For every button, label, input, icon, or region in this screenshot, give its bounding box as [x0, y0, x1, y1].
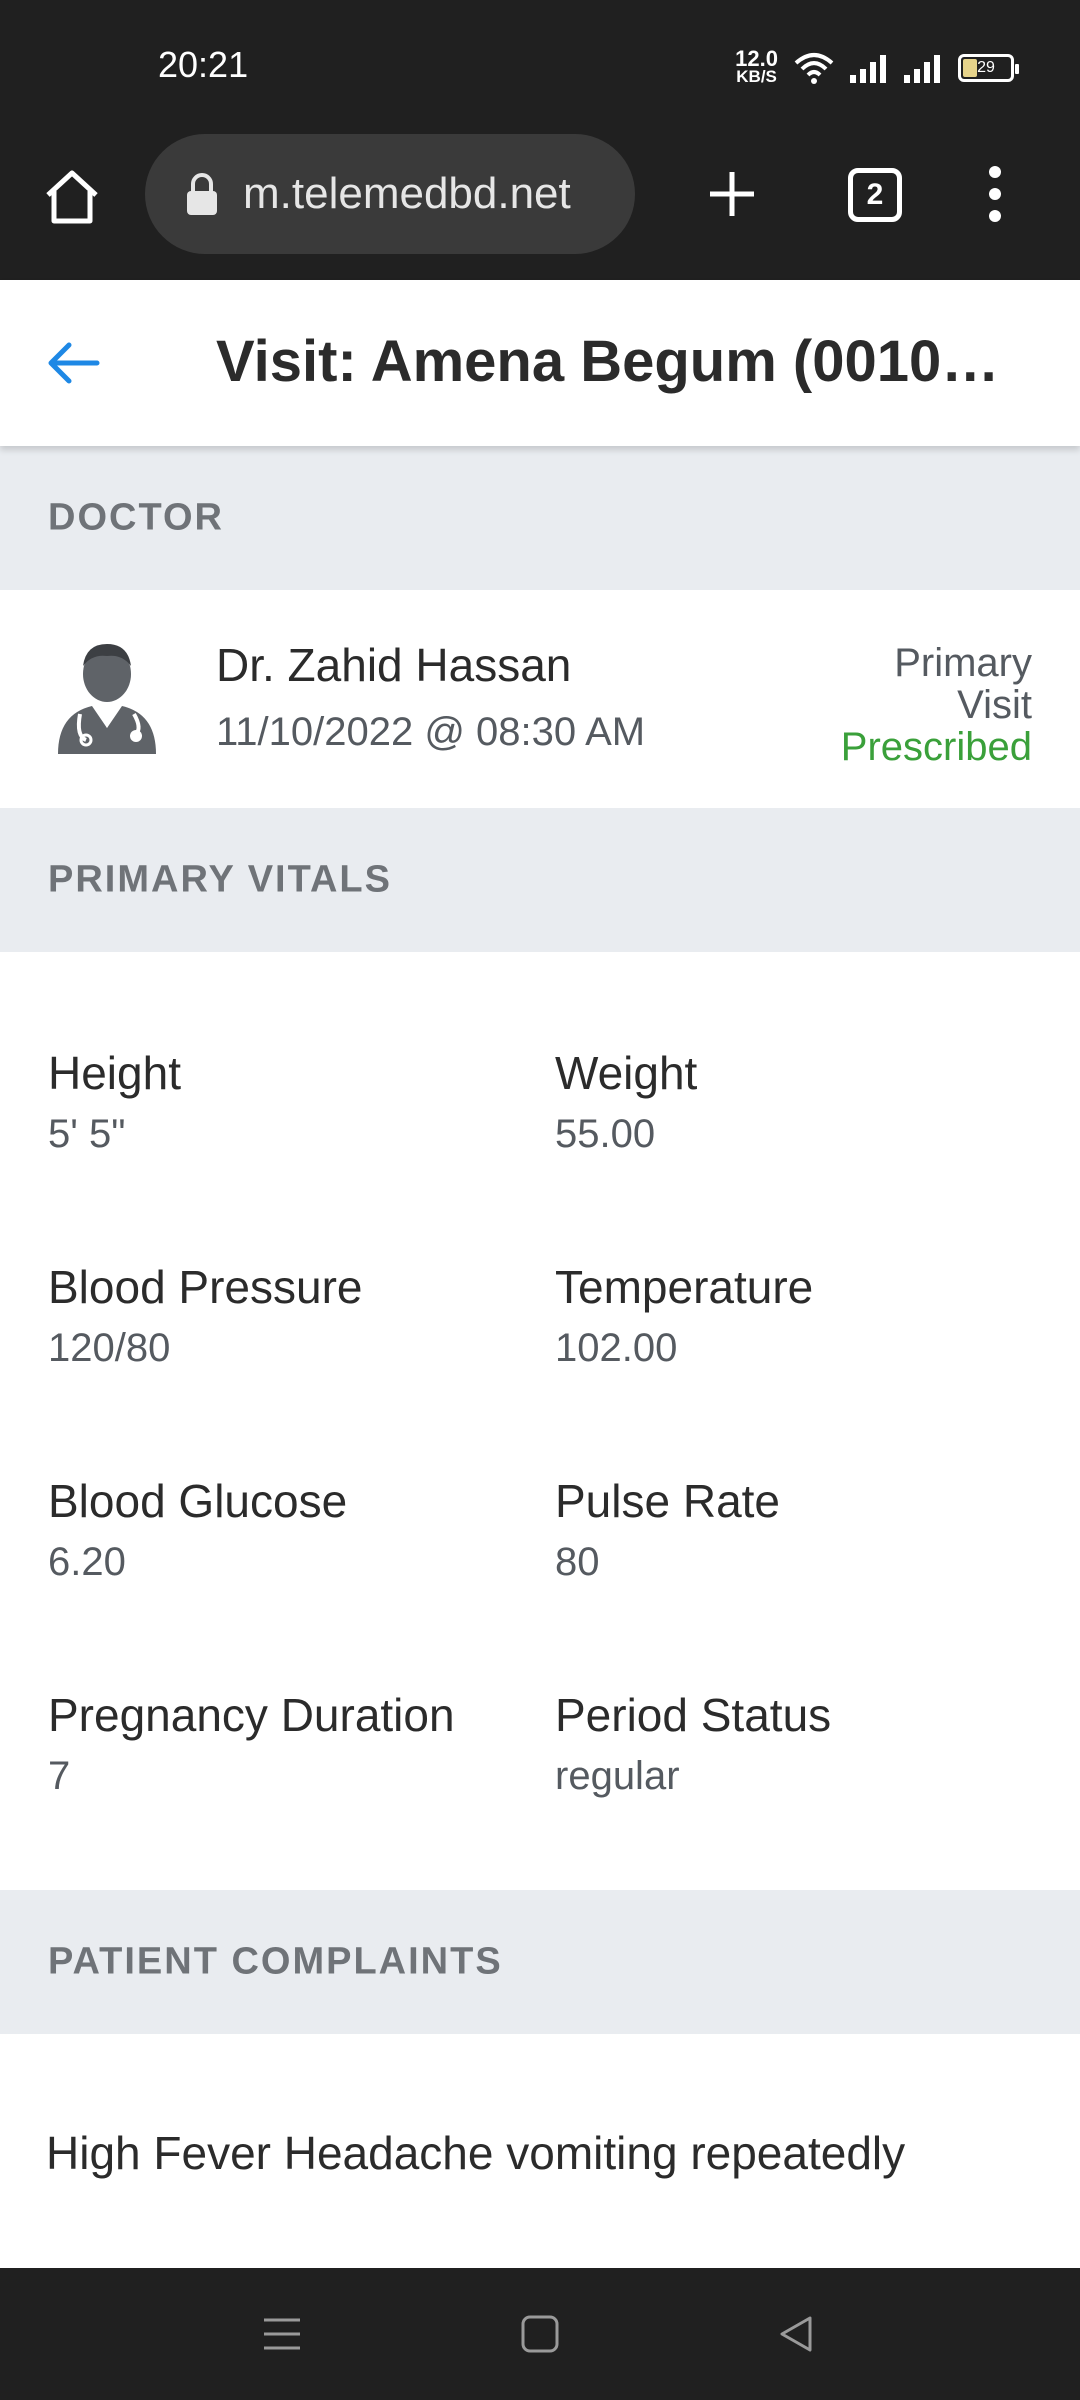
doctor-card[interactable]: Dr. Zahid Hassan 11/10/2022 @ 08:30 AM P…: [0, 590, 1080, 808]
back-button[interactable]: [40, 330, 106, 396]
doctor-name: Dr. Zahid Hassan: [216, 639, 572, 691]
battery-icon: 29: [958, 54, 1019, 82]
vital-label: Temperature: [555, 1261, 814, 1313]
plus-icon: [710, 172, 754, 216]
system-nav-bar: [0, 2268, 1080, 2400]
address-bar[interactable]: m.telemedbd.net: [145, 134, 635, 254]
recent-apps-button[interactable]: [254, 2306, 310, 2362]
browser-menu-button[interactable]: [970, 156, 1020, 232]
signal-icon-sim2: [904, 55, 940, 83]
vital-label: Period Status: [555, 1689, 832, 1741]
square-icon: [521, 2315, 559, 2353]
doctor-avatar-icon: [58, 644, 156, 754]
page-title: Visit: Amena Begum (00100...: [216, 329, 1016, 394]
status-bar: 20:21 12.0 KB/S 29: [0, 0, 1080, 134]
complaint-text: High Fever Headache vomiting repeatedly: [46, 2127, 906, 2179]
vital-blood-pressure: Blood Pressure 120/80: [48, 1260, 363, 1371]
status-icons: 12.0 KB/S 29: [735, 46, 1019, 88]
visit-datetime: 11/10/2022 @ 08:30 AM: [216, 710, 646, 754]
doctor-section-heading: DOCTOR: [48, 496, 224, 539]
vital-value: 120/80: [48, 1326, 171, 1370]
vital-value: 7: [48, 1754, 71, 1798]
doctor-section-header: DOCTOR: [0, 446, 1080, 590]
visit-status-badge: Prescribed: [840, 725, 1032, 769]
vital-pulse-rate: Pulse Rate 80: [555, 1474, 780, 1585]
home-button[interactable]: [34, 159, 110, 235]
vital-blood-glucose: Blood Glucose 6.20: [48, 1474, 347, 1585]
vital-label: Pregnancy Duration: [48, 1689, 455, 1741]
network-speed-unit: KB/S: [736, 67, 777, 86]
visit-type-line1: Primary: [894, 641, 1032, 685]
vitals-grid: Height 5' 5" Weight 55.00 Blood Pressure…: [0, 952, 1080, 1890]
back-nav-button[interactable]: [768, 2306, 824, 2362]
vital-value: 55.00: [555, 1112, 656, 1156]
vital-label: Blood Glucose: [48, 1475, 348, 1527]
home-icon: [46, 170, 98, 224]
signal-icon-sim1: [850, 55, 886, 83]
battery-level: 29: [977, 59, 995, 76]
complaints-section-heading: PATIENT COMPLAINTS: [48, 1940, 503, 1983]
vital-pregnancy-duration: Pregnancy Duration 7: [48, 1688, 455, 1799]
app-header: Visit: Amena Begum (00100...: [0, 280, 1080, 446]
menu-lines-icon: [264, 2318, 300, 2350]
visit-meta: Primary Visit Prescribed: [841, 642, 1032, 768]
dot-icon: [989, 166, 1001, 178]
home-nav-button[interactable]: [512, 2306, 568, 2362]
new-tab-button[interactable]: [694, 156, 770, 232]
dot-icon: [989, 210, 1001, 222]
vital-label: Weight: [555, 1047, 698, 1099]
network-speed-value: 12.0: [735, 46, 778, 71]
wifi-icon: [794, 53, 834, 84]
url-text: m.telemedbd.net: [243, 169, 571, 218]
lock-icon: [185, 172, 219, 216]
vital-value: 5' 5": [48, 1112, 126, 1156]
vital-label: Blood Pressure: [48, 1261, 363, 1313]
vital-value: 102.00: [555, 1326, 678, 1370]
vital-value: 80: [555, 1540, 600, 1584]
vitals-section-heading: PRIMARY VITALS: [48, 858, 392, 901]
vital-weight: Weight 55.00: [555, 1046, 697, 1157]
vital-value: 6.20: [48, 1540, 126, 1584]
complaints-section-header: PATIENT COMPLAINTS: [0, 1890, 1080, 2034]
vital-value: regular: [555, 1754, 680, 1798]
status-time: 20:21: [158, 44, 249, 85]
triangle-back-icon: [780, 2316, 812, 2352]
vital-height: Height 5' 5": [48, 1046, 181, 1157]
vital-temperature: Temperature 102.00: [555, 1260, 813, 1371]
complaints-content: High Fever Headache vomiting repeatedly: [0, 2034, 1080, 2268]
tab-switcher-button[interactable]: 2: [848, 168, 902, 222]
vital-label: Pulse Rate: [555, 1475, 781, 1527]
vital-period-status: Period Status regular: [555, 1688, 831, 1799]
visit-type-line2: Visit: [957, 683, 1032, 727]
vital-label: Height: [48, 1047, 181, 1099]
network-speed: 12.0 KB/S: [735, 46, 778, 86]
dot-icon: [989, 188, 1001, 200]
arrow-left-icon: [48, 342, 100, 384]
browser-toolbar: m.telemedbd.net 2: [0, 134, 1080, 280]
vitals-section-header: PRIMARY VITALS: [0, 808, 1080, 952]
